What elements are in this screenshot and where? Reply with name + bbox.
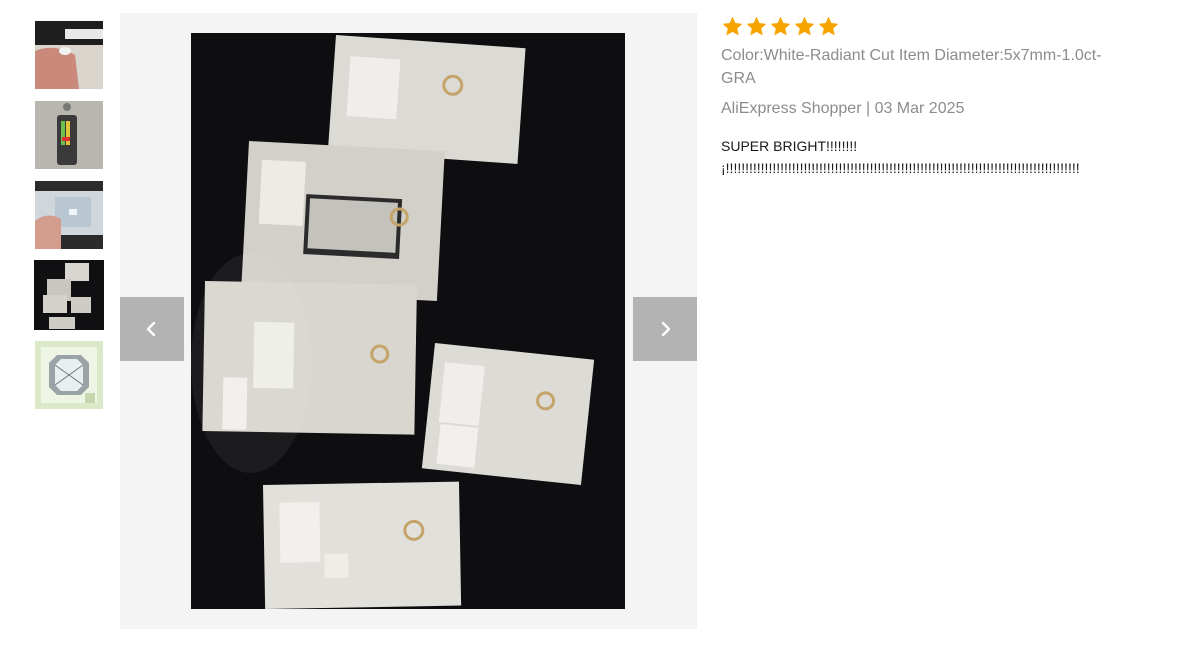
thumbnail-image: [35, 341, 103, 409]
chevron-right-icon: [661, 321, 671, 337]
review-text: SUPER BRIGHT!!!!!!!! ¡!!!!!!!!!!!!!!!!!!…: [721, 138, 1080, 176]
star-rating: [721, 13, 1141, 39]
thumbnail-2[interactable]: [34, 100, 104, 170]
certificates-photo: [191, 33, 625, 609]
thumbnail-1[interactable]: [34, 20, 104, 90]
review-sku: Color:White-Radiant Cut Item Diameter:5x…: [721, 47, 1102, 87]
thumbnail-3[interactable]: [34, 180, 104, 250]
star-icon: [745, 15, 768, 38]
thumbnail-image: [35, 181, 103, 249]
image-viewer: [120, 13, 697, 629]
thumbnail-list: [34, 20, 104, 420]
star-icon: [769, 15, 792, 38]
chevron-left-icon: [146, 321, 156, 337]
previous-image-button[interactable]: [120, 297, 184, 361]
next-image-button[interactable]: [633, 297, 697, 361]
review-author-date: AliExpress Shopper | 03 Mar 2025: [721, 100, 965, 117]
thumbnail-image: [35, 21, 103, 89]
star-icon: [793, 15, 816, 38]
star-icon: [721, 15, 744, 38]
thumbnail-image: [35, 261, 103, 329]
thumbnail-4[interactable]: [34, 260, 104, 330]
review-panel: Color:White-Radiant Cut Item Diameter:5x…: [721, 13, 1141, 179]
thumbnail-5[interactable]: [34, 340, 104, 410]
thumbnail-image: [35, 101, 103, 169]
star-icon: [817, 15, 840, 38]
review-photo[interactable]: [191, 33, 625, 609]
